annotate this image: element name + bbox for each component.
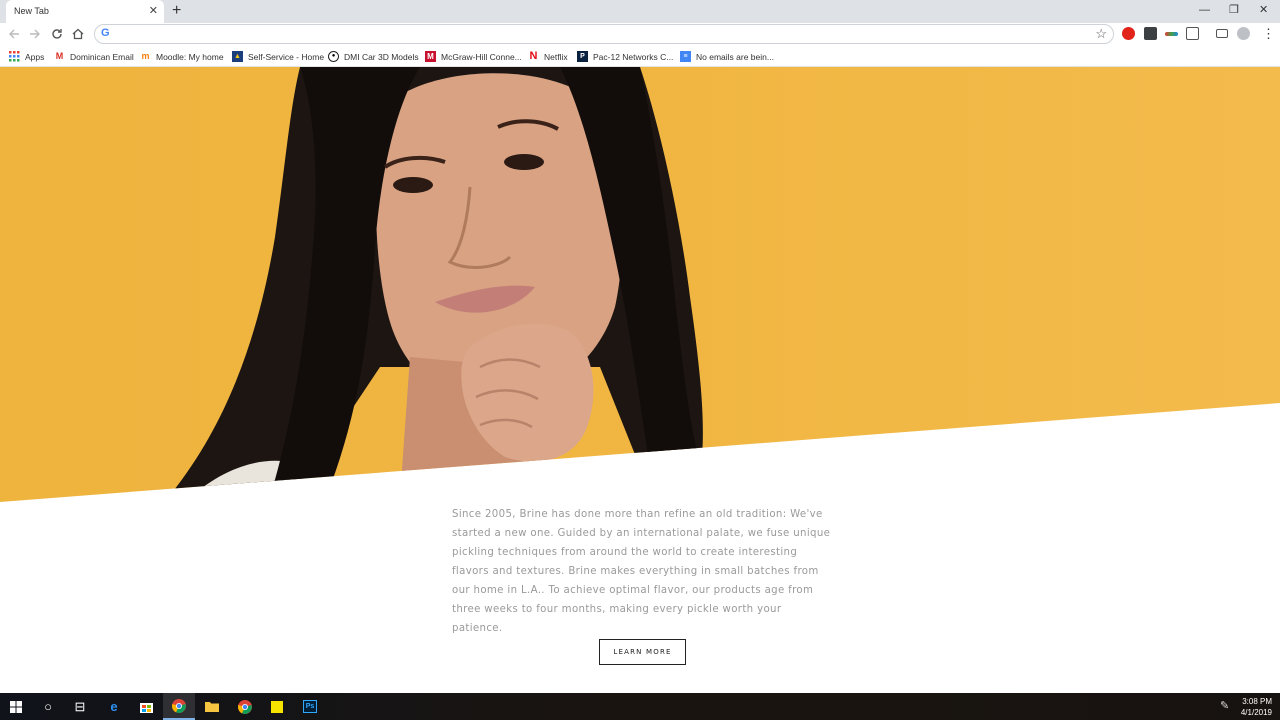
about-paragraph: Since 2005, Brine has done more than ref… <box>452 509 831 634</box>
bookmark-no-emails[interactable]: ≡ No emails are bein... <box>680 50 774 63</box>
bookmark-label: McGraw-Hill Conne... <box>441 51 522 62</box>
bookmark-star-icon[interactable]: ☆ <box>1095 26 1107 42</box>
screenshot-extension-icon[interactable] <box>1186 27 1199 40</box>
bookmark-netflix[interactable]: N Netflix <box>528 50 568 63</box>
bookmark-label: Dominican Email <box>70 51 134 62</box>
extension-icon[interactable] <box>1144 27 1157 40</box>
netflix-icon: N <box>529 50 538 62</box>
bookmark-dominican-email[interactable]: M Dominican Email <box>54 50 134 63</box>
bookmark-label: Moodle: My home <box>156 51 224 62</box>
bookmarks-bar: Apps M Dominican Email m Moodle: My home… <box>0 46 1280 67</box>
chrome-menu-icon[interactable]: ⋮ <box>1262 26 1275 42</box>
profile-avatar-icon[interactable] <box>1237 27 1250 40</box>
search-circle-icon: ○ <box>44 698 52 714</box>
taskbar-chrome[interactable] <box>163 693 195 720</box>
cortana-button[interactable]: ○ <box>32 693 64 720</box>
hero-image <box>0 67 1280 502</box>
home-icon[interactable] <box>70 26 86 42</box>
mcgraw-hill-icon: M <box>425 51 436 62</box>
google-logo-icon: G <box>101 27 110 39</box>
moodle-icon: m <box>141 51 150 61</box>
clock-date: 4/1/2019 <box>1240 708 1272 717</box>
address-bar[interactable]: G ☆ <box>94 24 1114 44</box>
close-window-icon[interactable]: ✕ <box>1259 2 1268 18</box>
bookmark-label: Self-Service - Home <box>248 51 325 62</box>
pen-workspace-icon[interactable]: ✎ <box>1220 699 1229 712</box>
bookmark-label: No emails are bein... <box>696 51 774 62</box>
forward-icon[interactable] <box>27 26 43 42</box>
new-tab-button[interactable]: + <box>172 2 181 20</box>
cast-icon[interactable] <box>1216 29 1228 38</box>
self-service-icon: ▲ <box>232 51 243 62</box>
photoshop-icon: Ps <box>303 700 317 713</box>
docs-icon: ≡ <box>680 51 691 62</box>
bookmark-label: DMI Car 3D Models <box>344 51 419 62</box>
clock-time: 3:08 PM <box>1242 697 1272 706</box>
bookmark-label: Apps <box>25 51 45 62</box>
learn-more-button[interactable]: LEARN MORE <box>599 639 686 665</box>
folder-icon <box>205 702 219 712</box>
pac12-icon: P <box>577 51 588 62</box>
reload-icon[interactable] <box>49 26 65 42</box>
taskbar-sticky-notes[interactable] <box>261 693 293 720</box>
taskbar-chrome-2[interactable] <box>229 693 261 720</box>
bookmark-pac12[interactable]: P Pac-12 Networks C... <box>577 50 673 63</box>
opera-extension-icon[interactable] <box>1122 27 1135 40</box>
portrait-illustration <box>160 67 703 502</box>
minimize-icon[interactable]: — <box>1199 2 1210 18</box>
back-icon[interactable] <box>6 26 22 42</box>
bookmark-moodle[interactable]: m Moodle: My home <box>140 50 224 63</box>
windows-logo-icon <box>10 700 22 713</box>
tab-new-tab[interactable]: New Tab ✕ <box>6 0 164 23</box>
gmail-icon: M <box>55 51 64 61</box>
sticky-notes-icon <box>271 700 283 713</box>
task-view-icon: ⊟ <box>74 698 86 714</box>
taskbar-file-explorer[interactable] <box>196 693 228 720</box>
restore-icon[interactable]: ❐ <box>1229 2 1239 18</box>
browser-toolbar: G ☆ ⋮ <box>0 23 1280 46</box>
system-clock[interactable]: 3:08 PM 4/1/2019 <box>1241 696 1272 718</box>
tab-title: New Tab <box>14 6 49 16</box>
store-icon <box>139 703 153 713</box>
color-extension-icon[interactable] <box>1165 32 1178 36</box>
apps-grid-icon <box>9 51 20 62</box>
tab-strip: New Tab ✕ + — ❐ ✕ <box>0 0 1280 23</box>
web-page: Since 2005, Brine has done more than ref… <box>0 67 1280 693</box>
bookmark-self-service[interactable]: ▲ Self-Service - Home <box>232 50 324 63</box>
taskbar-photoshop[interactable]: Ps <box>294 693 326 720</box>
close-tab-icon[interactable]: ✕ <box>149 4 158 18</box>
chrome-icon <box>172 698 186 713</box>
bookmark-label: Pac-12 Networks C... <box>593 51 674 62</box>
taskbar-edge[interactable]: e <box>98 693 130 720</box>
bookmark-apps[interactable]: Apps <box>9 50 44 63</box>
bookmark-mcgraw-hill[interactable]: M McGraw-Hill Conne... <box>425 50 522 63</box>
dmi-icon: ● <box>328 51 339 62</box>
bookmark-label: Netflix <box>544 51 568 62</box>
start-button[interactable] <box>0 693 32 720</box>
edge-icon: e <box>110 698 118 714</box>
bookmark-dmi[interactable]: ● DMI Car 3D Models <box>328 50 419 63</box>
taskbar-store[interactable] <box>130 693 162 720</box>
windows-taskbar: ○ ⊟ e Ps ✎ 3:08 PM 4/1/2019 <box>0 693 1280 720</box>
task-view-button[interactable]: ⊟ <box>64 693 96 720</box>
chrome-icon <box>238 699 252 714</box>
